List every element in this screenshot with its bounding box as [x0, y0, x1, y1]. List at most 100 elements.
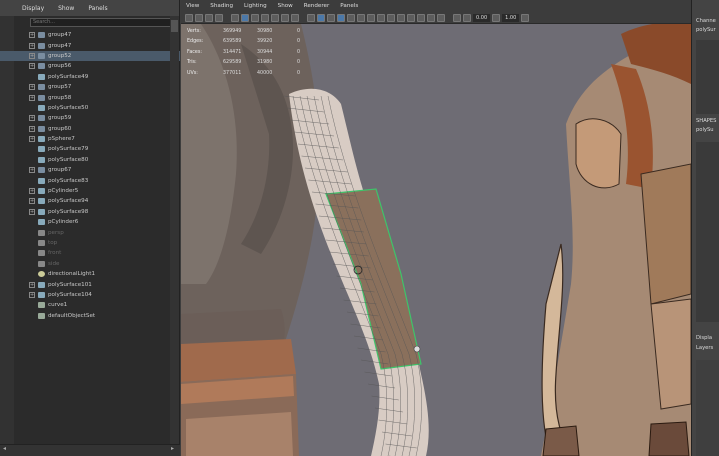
expand-toggle-icon[interactable]: +: [29, 32, 35, 39]
film-gate-icon[interactable]: [241, 13, 249, 22]
color-management-icon[interactable]: [521, 13, 530, 22]
gamma-field[interactable]: 1.00: [502, 13, 520, 22]
expand-toggle-icon[interactable]: +: [29, 125, 35, 132]
outliner-horizontal-scrollbar[interactable]: [0, 444, 180, 456]
outliner-item[interactable]: curve1: [0, 300, 180, 310]
gate-mask-icon[interactable]: [261, 13, 269, 22]
depth-of-field-icon[interactable]: [437, 13, 445, 22]
shadows-icon[interactable]: [367, 13, 375, 22]
outliner-menu-display[interactable]: Display: [22, 5, 44, 12]
viewport-menu-renderer[interactable]: Renderer: [304, 3, 330, 9]
expand-toggle-icon[interactable]: +: [29, 115, 35, 122]
expand-toggle-icon[interactable]: +: [29, 188, 35, 195]
outliner-item[interactable]: + group47: [0, 40, 180, 50]
outliner-menu-show[interactable]: Show: [58, 5, 74, 12]
expand-toggle-icon[interactable]: +: [29, 208, 35, 215]
expand-toggle-icon[interactable]: +: [29, 52, 35, 59]
xray-icon[interactable]: [377, 13, 385, 22]
isolate-select-icon[interactable]: [453, 13, 461, 22]
xray-joints-icon[interactable]: [397, 13, 405, 22]
bookmark-icon[interactable]: [205, 13, 213, 22]
outliner-item[interactable]: + group67: [0, 165, 180, 175]
scroll-left-arrow-icon[interactable]: ◂: [3, 446, 9, 452]
outliner-item[interactable]: + group59: [0, 113, 180, 123]
outliner-item[interactable]: directionalLight1: [0, 269, 180, 279]
outliner-item[interactable]: + group57: [0, 82, 180, 92]
outliner-item[interactable]: pCylinder6: [0, 217, 180, 227]
expand-toggle-icon[interactable]: +: [29, 63, 35, 70]
outliner-item[interactable]: defaultObjectSet: [0, 311, 180, 321]
outliner-item[interactable]: side: [0, 259, 180, 269]
shape-name[interactable]: polySu: [696, 127, 714, 133]
expand-toggle-icon[interactable]: +: [29, 281, 35, 288]
outliner-item[interactable]: front: [0, 248, 180, 258]
viewport-menu-shading[interactable]: Shading: [210, 3, 233, 9]
expand-toggle-icon[interactable]: +: [29, 136, 35, 143]
exposure-field[interactable]: 0.00: [473, 13, 491, 22]
outliner-item[interactable]: polySurface50: [0, 103, 180, 113]
outliner-item[interactable]: + polySurface101: [0, 279, 180, 289]
outliner-item[interactable]: polySurface79: [0, 144, 180, 154]
smooth-shade-icon[interactable]: [317, 13, 325, 22]
select-camera-icon[interactable]: [185, 13, 193, 22]
wireframe-on-shaded-icon[interactable]: [337, 13, 345, 22]
group-icon: [38, 52, 45, 59]
outliner-item[interactable]: + group52: [0, 50, 180, 62]
shape-attributes[interactable]: [696, 142, 719, 322]
exposure-icon[interactable]: [463, 13, 471, 22]
resolution-gate-icon[interactable]: [251, 13, 259, 22]
layers-label[interactable]: Layers: [696, 345, 713, 351]
wireframe-icon[interactable]: [307, 13, 315, 22]
viewport-menu-view[interactable]: View: [186, 3, 199, 9]
safe-title-icon[interactable]: [291, 13, 299, 22]
perspective-viewport[interactable]: View Shading Lighting Show Renderer Pane…: [181, 0, 691, 456]
outliner-item[interactable]: + polySurface98: [0, 207, 180, 217]
expand-toggle-icon[interactable]: +: [29, 167, 35, 174]
outliner-item[interactable]: + polySurface94: [0, 196, 180, 206]
viewport-menu-show[interactable]: Show: [278, 3, 293, 9]
xray-active-components-icon[interactable]: [387, 13, 395, 22]
outliner-item[interactable]: persp: [0, 227, 180, 237]
scroll-right-arrow-icon[interactable]: ▸: [171, 446, 177, 452]
outliner-search-input[interactable]: Search...: [30, 18, 176, 27]
outliner-item[interactable]: polySurface49: [0, 72, 180, 82]
expand-toggle-icon[interactable]: +: [29, 84, 35, 91]
default-material-icon[interactable]: [327, 13, 335, 22]
outliner-item[interactable]: polySurface83: [0, 175, 180, 185]
channel-attributes[interactable]: [696, 40, 719, 114]
expand-toggle-icon[interactable]: +: [29, 42, 35, 49]
outliner-item[interactable]: + pSphere7: [0, 134, 180, 144]
scrollbar-thumb[interactable]: [171, 20, 178, 32]
textured-icon[interactable]: [347, 13, 355, 22]
outliner-item[interactable]: + polySurface104: [0, 290, 180, 300]
expand-toggle-icon[interactable]: +: [29, 198, 35, 205]
outliner-item[interactable]: + group60: [0, 124, 180, 134]
manipulator-handle-icon[interactable]: [413, 345, 421, 353]
gamma-icon[interactable]: [492, 13, 501, 22]
field-chart-icon[interactable]: [271, 13, 279, 22]
safe-action-icon[interactable]: [281, 13, 289, 22]
outliner-menu-panels[interactable]: Panels: [88, 5, 107, 12]
outliner-item[interactable]: polySurface80: [0, 155, 180, 165]
outliner-item[interactable]: top: [0, 238, 180, 248]
outliner-item[interactable]: + pCylinder5: [0, 186, 180, 196]
outliner-scrollbar[interactable]: [170, 16, 179, 444]
image-plane-icon[interactable]: [215, 13, 223, 22]
viewport-menu-lighting[interactable]: Lighting: [244, 3, 267, 9]
channel-box-object-name[interactable]: polySur: [696, 27, 716, 33]
viewport-scene[interactable]: [181, 24, 691, 456]
outliner-item[interactable]: + group47: [0, 30, 180, 40]
layer-editor[interactable]: [696, 360, 719, 456]
expand-toggle-icon[interactable]: +: [29, 94, 35, 101]
outliner-item[interactable]: + group58: [0, 92, 180, 102]
display-label[interactable]: Displa: [696, 335, 712, 341]
lock-camera-icon[interactable]: [195, 13, 203, 22]
anti-aliasing-icon[interactable]: [427, 13, 435, 22]
outliner-item[interactable]: + group56: [0, 61, 180, 71]
viewport-menu-panels[interactable]: Panels: [340, 3, 358, 9]
grid-icon[interactable]: [231, 13, 239, 22]
screen-space-ao-icon[interactable]: [407, 13, 415, 22]
use-all-lights-icon[interactable]: [357, 13, 365, 22]
motion-blur-icon[interactable]: [417, 13, 425, 22]
expand-toggle-icon[interactable]: +: [29, 291, 35, 298]
